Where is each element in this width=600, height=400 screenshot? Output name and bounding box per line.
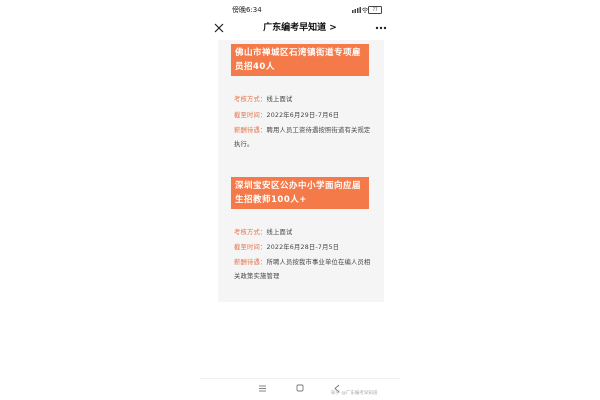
status-time: 傍晚6:34 bbox=[232, 6, 262, 14]
home-icon[interactable] bbox=[296, 384, 304, 392]
job-info-row: 考核方式：线上面试 bbox=[234, 93, 384, 107]
info-value: 线上面试 bbox=[266, 96, 293, 103]
account-title-link[interactable]: 广东编考早知道 > bbox=[200, 22, 400, 34]
job-info-row: 截至时间：2022年6月29日-7月6日 bbox=[234, 109, 384, 123]
header-bar: 广东编考早知道 > bbox=[200, 20, 400, 38]
job-info-row: 考核方式：线上面试 bbox=[234, 226, 384, 240]
info-key: 考核方式： bbox=[234, 96, 267, 103]
info-value: 线上面试 bbox=[266, 229, 293, 236]
system-nav-bar: 知乎 @广东编考早知道 bbox=[200, 378, 400, 400]
job-info-row: 薪酬待遇：所聘人员按我市事业单位在编人员相关政策实施管理 bbox=[234, 256, 374, 284]
job-card: 深圳宝安区公办中小学面向应届生招教师100人+ 考核方式：线上面试 截至时间：2… bbox=[218, 173, 384, 302]
info-key: 考核方式： bbox=[234, 229, 267, 236]
battery-icon: 77 bbox=[368, 6, 382, 14]
info-value: 2022年6月28日-7月5日 bbox=[266, 244, 340, 251]
info-key: 薪酬待遇： bbox=[234, 259, 267, 266]
more-icon[interactable] bbox=[373, 21, 389, 35]
info-key: 截至时间： bbox=[234, 244, 267, 251]
job-card-title: 佛山市禅城区石湾镇街道专项雇员招40人 bbox=[231, 44, 369, 76]
phone-screen: 傍晚6:34 77 广东编考早知道 > 佛山市禅城区石湾镇街道专项雇员招40人 bbox=[200, 0, 400, 400]
job-card-title: 深圳宝安区公办中小学面向应届生招教师100人+ bbox=[231, 177, 369, 209]
watermark-text: 知乎 @广东编考早知道 bbox=[331, 391, 378, 396]
job-card: 佛山市禅城区石湾镇街道专项雇员招40人 考核方式：线上面试 截至时间：2022年… bbox=[218, 40, 384, 170]
status-bar: 傍晚6:34 77 bbox=[200, 0, 400, 20]
article-content: 佛山市禅城区石湾镇街道专项雇员招40人 考核方式：线上面试 截至时间：2022年… bbox=[218, 40, 384, 302]
info-key: 截至时间： bbox=[234, 112, 267, 119]
job-info-row: 薪酬待遇：聘用人员工资待遇按照街道有关规定执行。 bbox=[234, 124, 374, 152]
info-value: 2022年6月29日-7月6日 bbox=[266, 112, 340, 119]
info-key: 薪酬待遇： bbox=[234, 127, 267, 134]
menu-icon[interactable] bbox=[258, 384, 267, 393]
job-info-row: 截至时间：2022年6月28日-7月5日 bbox=[234, 241, 384, 255]
